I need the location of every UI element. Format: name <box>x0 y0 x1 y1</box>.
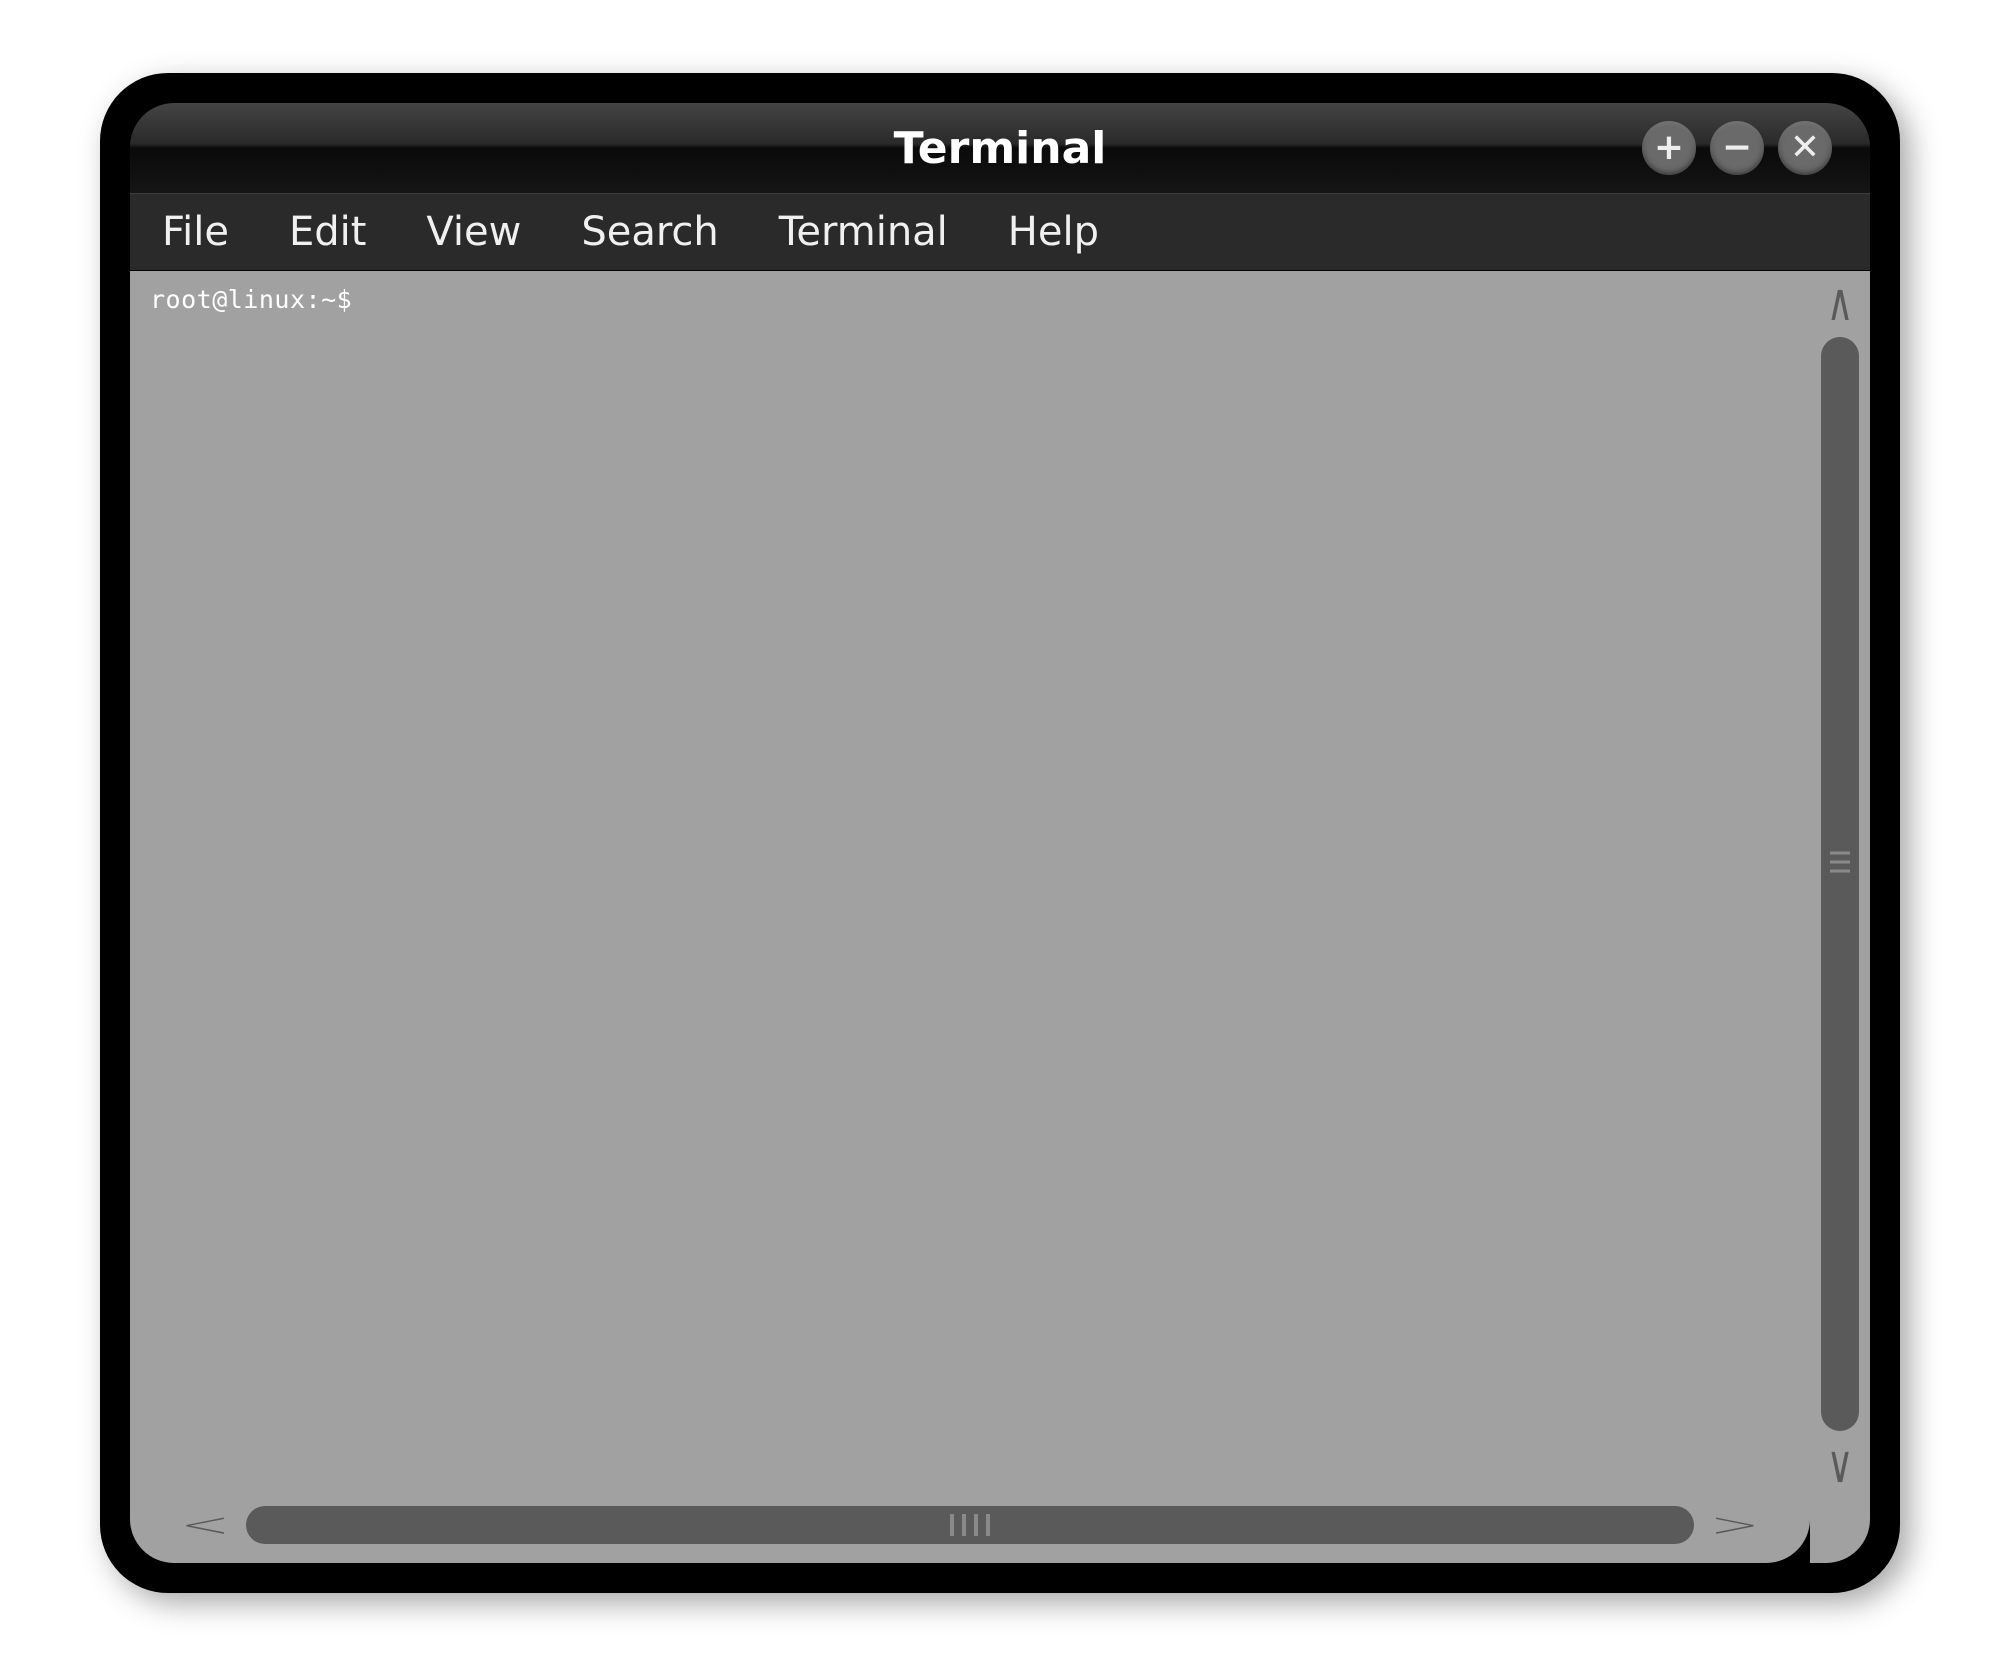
titlebar[interactable]: Terminal + − ✕ <box>130 103 1870 193</box>
minus-icon: − <box>1722 130 1752 166</box>
scroll-down-icon[interactable]: ∨ <box>1827 1439 1854 1491</box>
close-button[interactable]: ✕ <box>1778 121 1832 175</box>
menu-search[interactable]: Search <box>579 205 720 259</box>
terminal-window: Terminal + − ✕ File Edit View Search Ter… <box>100 73 1900 1593</box>
menu-help[interactable]: Help <box>1006 205 1101 259</box>
horizontal-scrollbar-grip-icon <box>950 1514 990 1536</box>
close-icon: ✕ <box>1790 130 1820 166</box>
scroll-left-icon[interactable]: < <box>180 1509 230 1542</box>
window-title: Terminal <box>894 123 1107 174</box>
zoom-button[interactable]: + <box>1642 121 1696 175</box>
titlebar-controls: + − ✕ <box>1642 121 1832 175</box>
scrollbar-corner <box>1810 1497 1870 1563</box>
vertical-scrollbar-thumb[interactable] <box>1821 337 1859 1431</box>
shell-prompt: root@linux:~$ <box>150 285 352 314</box>
horizontal-scrollbar: < > <box>130 1497 1810 1563</box>
scroll-right-icon[interactable]: > <box>1710 1509 1760 1542</box>
menu-terminal[interactable]: Terminal <box>777 205 950 259</box>
minimize-button[interactable]: − <box>1710 121 1764 175</box>
menu-file[interactable]: File <box>160 205 231 259</box>
menu-edit[interactable]: Edit <box>287 205 368 259</box>
terminal-viewport[interactable]: root@linux:~$ <box>130 271 1810 1497</box>
horizontal-scrollbar-thumb[interactable] <box>246 1506 1693 1544</box>
vertical-scrollbar-grip-icon <box>1830 852 1850 873</box>
plus-icon: + <box>1654 130 1684 166</box>
scroll-up-icon[interactable]: ∧ <box>1827 277 1854 329</box>
menu-view[interactable]: View <box>424 205 523 259</box>
content-area: root@linux:~$ ∧ ∨ < <box>130 271 1870 1563</box>
vertical-scrollbar: ∧ ∨ <box>1810 271 1870 1497</box>
menubar: File Edit View Search Terminal Help <box>130 193 1870 271</box>
